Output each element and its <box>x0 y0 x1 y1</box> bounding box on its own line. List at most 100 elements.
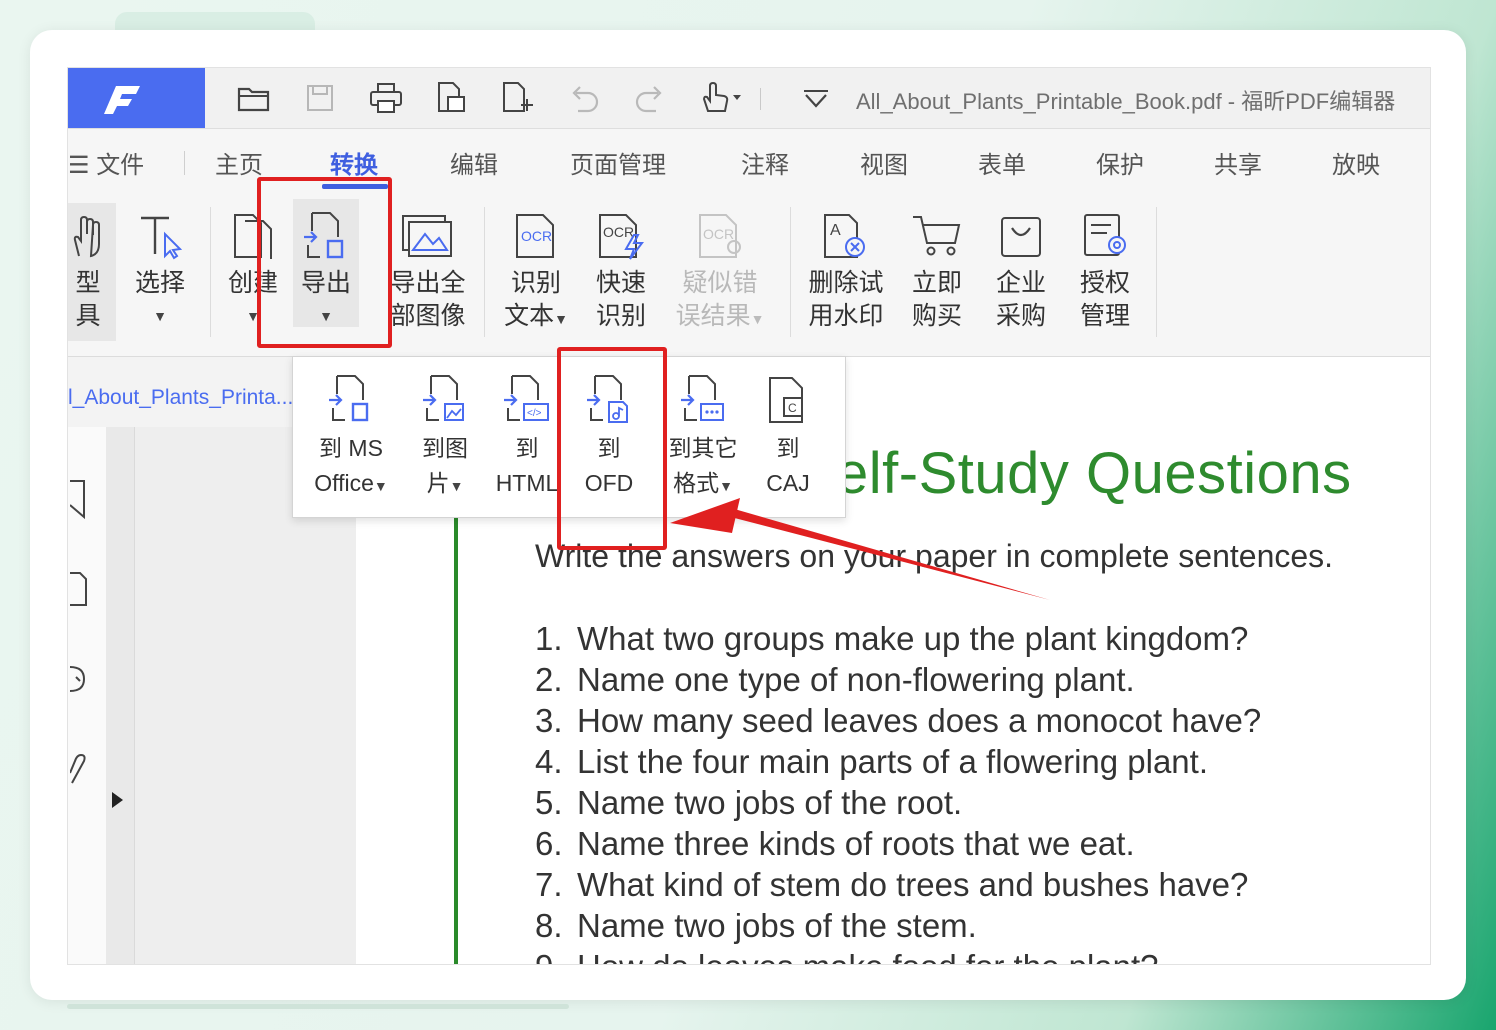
tab-view[interactable]: 视图 <box>860 145 908 180</box>
export-all-images-label-1: 导出全 <box>390 269 466 297</box>
open-folder-icon[interactable] <box>236 80 272 116</box>
other-formats-icon <box>655 369 751 431</box>
menu-separator <box>184 151 185 175</box>
ms-office-label-1: 到 MS <box>319 435 383 461</box>
app-logo[interactable] <box>68 68 205 128</box>
new-document-icon[interactable] <box>500 80 536 116</box>
svg-text:OCR: OCR <box>703 226 734 242</box>
question-item: 5. Name two jobs of the root. <box>535 782 1261 823</box>
license-manage-label-1: 授权 <box>1079 269 1130 297</box>
export-all-images-button[interactable]: 导出全 部图像 <box>386 205 470 333</box>
svg-text:OCR: OCR <box>603 224 634 240</box>
attachment-icon[interactable] <box>69 749 90 794</box>
question-text: Name two jobs of the stem. <box>577 907 977 944</box>
suspect-ocr-icon: OCR <box>672 205 768 267</box>
license-manage-button[interactable]: 授权 管理 <box>1072 205 1138 333</box>
question-number: 9. <box>535 946 577 964</box>
document-title: All_About_Plants_Printable_Book.pdf - 福昕… <box>856 89 1396 114</box>
export-to-html-item[interactable]: </> 到 HTML <box>489 369 565 501</box>
save-icon[interactable] <box>302 80 338 116</box>
buy-now-label-2: 购买 <box>911 302 962 330</box>
question-number: 2. <box>535 661 563 698</box>
svg-text:OCR: OCR <box>521 228 552 244</box>
suspect-ocr-results-button[interactable]: OCR 疑似错 误结果▼ <box>672 205 768 336</box>
document-tab[interactable]: l_About_Plants_Printa... <box>68 386 293 410</box>
customize-toolbar-icon[interactable] <box>798 80 834 116</box>
question-item: 9.How do leaves make food for the plant? <box>535 946 1261 964</box>
question-item: 6. Name three kinds of roots that we eat. <box>535 823 1261 864</box>
ocr-icon: OCR <box>496 205 576 267</box>
question-text: Name three kinds of roots that we eat. <box>577 825 1135 862</box>
svg-text:A: A <box>830 222 841 239</box>
enterprise-purchase-label-1: 企业 <box>995 269 1046 297</box>
question-text: What two groups make up the plant kingdo… <box>577 620 1249 657</box>
page-thumbnails-icon[interactable] <box>70 569 90 614</box>
page-margin-line <box>454 508 458 964</box>
caj-export-icon: C <box>753 369 823 431</box>
question-number: 5. <box>535 784 563 821</box>
image-export-icon <box>405 369 485 431</box>
question-number: 3. <box>535 702 563 739</box>
export-to-ms-office-item[interactable]: 到 MS Office▼ <box>301 369 401 504</box>
buy-now-button[interactable]: 立即 购买 <box>904 205 970 333</box>
hand-tool-button[interactable]: 型 具 <box>68 205 108 333</box>
question-list: 1. What two groups make up the plant king… <box>535 618 1262 964</box>
export-to-other-formats-item[interactable]: 到其它 格式▼ <box>655 369 751 504</box>
expand-panel-icon[interactable] <box>112 792 123 808</box>
question-text: Name one type of non-flowering plant. <box>577 661 1135 698</box>
new-from-file-icon[interactable] <box>434 80 470 116</box>
comments-icon[interactable] <box>69 659 90 704</box>
tab-comment[interactable]: 注释 <box>741 145 789 180</box>
html-label-2: HTML <box>495 470 559 496</box>
print-icon[interactable] <box>368 80 404 116</box>
redo-icon[interactable] <box>632 80 668 116</box>
tab-slideshow[interactable]: 放映 <box>1332 145 1380 180</box>
enterprise-purchase-label-2: 采购 <box>995 302 1046 330</box>
caj-label-2: CAJ <box>766 470 810 496</box>
ribbon-separator <box>210 207 211 337</box>
ocr-text-button[interactable]: OCR 识别 文本▼ <box>496 205 576 336</box>
bookmark-icon[interactable] <box>69 477 90 526</box>
question-number: 8. <box>535 907 563 944</box>
svg-text:C: C <box>788 401 797 415</box>
remove-watermark-button[interactable]: A 删除试 用水印 <box>804 205 888 333</box>
other-formats-label-2: 格式▼ <box>673 470 733 496</box>
hand-tool-icon[interactable] <box>698 80 748 116</box>
hand-tool-label-2: 具 <box>75 302 101 330</box>
file-menu[interactable]: ☰ 文件 <box>68 145 144 180</box>
hand-tool-label-1: 型 <box>75 269 101 297</box>
export-highlight-box <box>257 177 392 348</box>
text-select-icon <box>128 205 192 267</box>
tab-convert[interactable]: 转换 <box>330 145 378 180</box>
hamburger-icon: ☰ <box>68 152 90 179</box>
tab-share[interactable]: 共享 <box>1214 145 1262 180</box>
ocr-text-label-1: 识别 <box>510 269 561 297</box>
quick-ocr-label-2: 识别 <box>595 302 646 330</box>
export-to-image-item[interactable]: 到图 片▼ <box>405 369 485 504</box>
tab-edit[interactable]: 编辑 <box>450 145 498 180</box>
enterprise-purchase-button[interactable]: 企业 采购 <box>988 205 1054 333</box>
bottom-accent-bar <box>67 1004 569 1009</box>
watermark-icon: A <box>804 205 888 267</box>
tab-home[interactable]: 主页 <box>215 145 263 180</box>
undo-icon[interactable] <box>566 80 602 116</box>
question-text: How many seed leaves does a monocot have… <box>577 702 1262 739</box>
ms-office-label-2: Office▼ <box>314 470 388 496</box>
buy-now-label-1: 立即 <box>911 269 962 297</box>
shopping-cart-icon <box>904 205 970 267</box>
image-label-1: 到图 <box>422 435 468 461</box>
export-to-caj-item[interactable]: C 到 CAJ <box>753 369 823 501</box>
question-text: What kind of stem do trees and bushes ha… <box>577 866 1249 903</box>
tab-page-manage[interactable]: 页面管理 <box>570 145 666 180</box>
select-button[interactable]: 选择 ▼ <box>128 205 192 333</box>
question-item: 8. Name two jobs of the stem. <box>535 905 1261 946</box>
foxit-logo-icon <box>104 86 140 114</box>
ofd-highlight-box <box>557 347 667 550</box>
tab-protect[interactable]: 保护 <box>1096 145 1144 180</box>
question-item: 2. Name one type of non-flowering plant. <box>535 659 1261 700</box>
tab-form[interactable]: 表单 <box>978 145 1026 180</box>
license-icon <box>1072 205 1138 267</box>
question-item: 1. What two groups make up the plant king… <box>535 618 1261 659</box>
quick-ocr-button[interactable]: OCR 快速 识别 <box>586 205 656 333</box>
html-export-icon: </> <box>489 369 565 431</box>
